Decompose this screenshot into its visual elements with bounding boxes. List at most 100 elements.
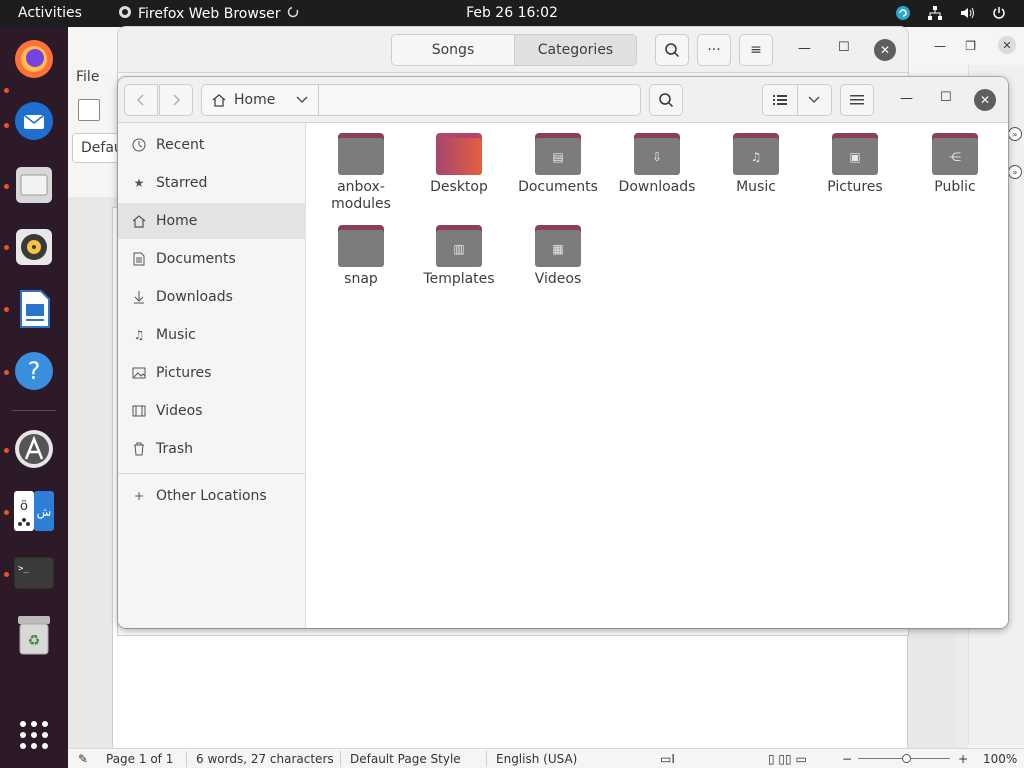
chevron-right-icon	[173, 94, 181, 106]
dock-running-indicator	[4, 370, 9, 375]
folder-pictures[interactable]: ▣ Pictures	[807, 133, 903, 196]
divider	[186, 751, 187, 767]
language[interactable]: English (USA)	[496, 752, 577, 766]
sidebar-item-other-locations[interactable]: + Other Locations	[118, 478, 306, 514]
document-icon	[132, 252, 146, 266]
clock-icon	[132, 138, 146, 152]
sidebar-item-music[interactable]: ♫ Music	[118, 317, 306, 353]
rhythmbox-close-button[interactable]: ✕	[874, 39, 896, 61]
svg-text:♻: ♻	[28, 633, 41, 649]
picture-icon	[132, 366, 146, 380]
folder-anbox-modules[interactable]: anbox-modules	[313, 133, 409, 213]
folder-documents[interactable]: ▤ Documents	[510, 133, 606, 196]
writer-maximize-button[interactable]: ❐	[965, 39, 976, 53]
forward-button[interactable]	[159, 84, 193, 116]
dock-software-center-icon[interactable]	[12, 427, 56, 471]
rhythmbox-search-button[interactable]	[655, 34, 689, 66]
sidebar-item-recent[interactable]: Recent	[118, 127, 306, 163]
svg-text:>_: >_	[18, 564, 29, 574]
trash-icon	[132, 442, 146, 456]
folder-desktop[interactable]: Desktop	[411, 133, 507, 196]
star-icon: ★	[133, 176, 145, 190]
volume-icon[interactable]	[958, 4, 976, 22]
rhythmbox-menu-button[interactable]: ≡	[739, 34, 773, 66]
rhythmbox-more-button[interactable]: ···	[697, 34, 731, 66]
dock-files-icon[interactable]	[12, 163, 56, 207]
path-home-crumb[interactable]: Home	[202, 85, 319, 115]
folder-label: Templates	[423, 271, 495, 287]
sidebar-item-downloads[interactable]: Downloads	[118, 279, 306, 315]
sidebar-divider	[118, 473, 306, 474]
files-maximize-button[interactable]: ☐	[940, 90, 952, 105]
page-style[interactable]: Default Page Style	[350, 752, 461, 766]
rhythmbox-minimize-button[interactable]: —	[798, 41, 811, 56]
zoom-level[interactable]: 100%	[983, 752, 1017, 766]
templates-folder-icon: ▥	[436, 225, 482, 267]
show-applications-icon[interactable]	[12, 713, 56, 757]
zoom-out-button[interactable]: −	[842, 752, 852, 766]
back-button[interactable]	[124, 84, 158, 116]
chevron-down-icon	[808, 96, 820, 103]
sidebar-chevron-icon[interactable]: »	[1008, 165, 1022, 179]
app-menu[interactable]: Firefox Web Browser	[118, 5, 299, 23]
sidebar-item-home[interactable]: Home	[118, 203, 306, 239]
tab-songs[interactable]: Songs	[392, 35, 514, 65]
update-notifier-icon[interactable]	[894, 4, 912, 22]
folder-templates[interactable]: ▥ Templates	[411, 225, 507, 288]
path-bar[interactable]: Home	[201, 84, 641, 116]
zoom-slider-knob[interactable]	[902, 754, 911, 763]
sidebar-item-documents[interactable]: Documents	[118, 241, 306, 277]
writer-toolbar-icon[interactable]	[78, 99, 100, 121]
sidebar-item-label: Pictures	[156, 365, 212, 381]
network-icon[interactable]	[926, 4, 944, 22]
folder-label: anbox-modules	[331, 179, 391, 212]
rhythmbox-headerbar: Songs Categories ··· ≡ — ☐ ✕	[118, 27, 908, 73]
rhythmbox-maximize-button[interactable]: ☐	[838, 40, 850, 55]
folder-snap[interactable]: snap	[313, 225, 409, 288]
files-close-button[interactable]: ✕	[974, 89, 996, 111]
menu-file[interactable]: File	[76, 69, 99, 85]
word-count[interactable]: 6 words, 27 characters	[196, 752, 334, 766]
view-layout-icons[interactable]: ▯ ▯▯ ▭	[768, 752, 807, 766]
power-icon[interactable]	[990, 4, 1008, 22]
sidebar-item-videos[interactable]: Videos	[118, 393, 306, 429]
sidebar-item-starred[interactable]: ★ Starred	[118, 165, 306, 201]
file-grid: anbox-modules Desktop ▤ Documents ⇩ Down…	[306, 123, 1008, 628]
dock-running-indicator	[4, 88, 9, 93]
files-menu-button[interactable]	[840, 84, 874, 116]
files-headerbar: Home — ☐ ✕	[118, 77, 1008, 123]
page-count[interactable]: Page 1 of 1	[106, 752, 173, 766]
files-search-button[interactable]	[649, 84, 683, 116]
dock-thunderbird-icon[interactable]	[12, 99, 56, 143]
insert-mode-icon[interactable]: ▭I	[660, 752, 675, 766]
dock-firefox-icon[interactable]	[12, 37, 56, 81]
sidebar-item-trash[interactable]: Trash	[118, 431, 306, 467]
dock-language-support-icon[interactable]: öش	[12, 489, 56, 533]
system-tray[interactable]	[894, 4, 1008, 22]
dock-running-indicator	[4, 307, 9, 312]
folder-downloads[interactable]: ⇩ Downloads	[609, 133, 705, 196]
writer-minimize-button[interactable]: —	[934, 39, 946, 53]
list-view-button[interactable]	[763, 85, 797, 115]
folder-public[interactable]: ⋲ Public	[907, 133, 1003, 196]
folder-music[interactable]: ♫ Music	[708, 133, 804, 196]
dock-libreoffice-writer-icon[interactable]	[12, 287, 56, 331]
dock-trash-icon[interactable]: ♻	[12, 613, 56, 657]
dock-terminal-icon[interactable]: >_	[12, 551, 56, 595]
folder-label: Music	[736, 179, 776, 195]
dock-rhythmbox-icon[interactable]	[12, 225, 56, 269]
tab-categories[interactable]: Categories	[514, 35, 636, 65]
app-name-label: Firefox Web Browser	[138, 6, 281, 22]
downloads-folder-icon: ⇩	[634, 133, 680, 175]
sidebar-chevron-icon[interactable]: »	[1008, 127, 1022, 141]
folder-videos[interactable]: ▦ Videos	[510, 225, 606, 288]
activities-button[interactable]: Activities	[18, 5, 82, 21]
sidebar-item-pictures[interactable]: Pictures	[118, 355, 306, 391]
pictures-folder-icon: ▣	[832, 133, 878, 175]
zoom-in-button[interactable]: +	[958, 752, 968, 766]
dock-help-icon[interactable]: ?	[12, 349, 56, 393]
clock[interactable]: Feb 26 16:02	[466, 5, 558, 21]
view-dropdown-button[interactable]	[796, 85, 831, 115]
writer-close-button[interactable]: ✕	[998, 36, 1016, 54]
files-minimize-button[interactable]: —	[900, 91, 913, 106]
